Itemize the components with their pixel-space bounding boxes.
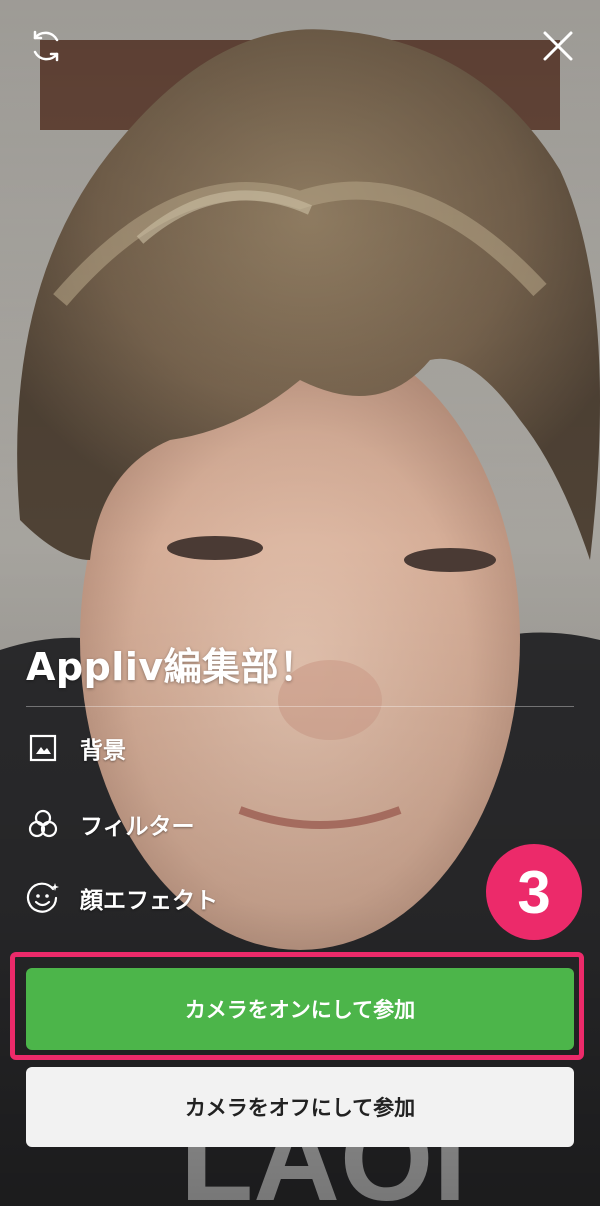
switch-camera-button[interactable] [22, 22, 70, 70]
background-image-icon [26, 731, 60, 765]
menu-item-label: フィルター [80, 814, 195, 840]
menu-item-label: 背景 [80, 738, 126, 764]
menu-item-filter[interactable]: フィルター [26, 802, 195, 846]
menu-item-face-effect[interactable]: 顔エフェクト [26, 876, 218, 920]
filter-icon [26, 807, 60, 841]
switch-camera-icon [33, 30, 59, 62]
close-button[interactable] [534, 22, 582, 70]
face-effect-icon [26, 881, 60, 915]
step-number-badge: 3 [486, 844, 582, 940]
close-icon [543, 31, 573, 61]
divider [26, 706, 574, 707]
join-camera-off-button[interactable]: カメラをオフにして参加 [26, 1067, 574, 1147]
video-call-join-screen: LAOI Appliv編集部！ [0, 0, 600, 1206]
join-camera-on-button[interactable]: カメラをオンにして参加 [26, 968, 574, 1050]
menu-item-label: 顔エフェクト [80, 888, 218, 914]
group-name: Appliv編集部！ [26, 645, 318, 689]
menu-item-background[interactable]: 背景 [26, 726, 126, 770]
